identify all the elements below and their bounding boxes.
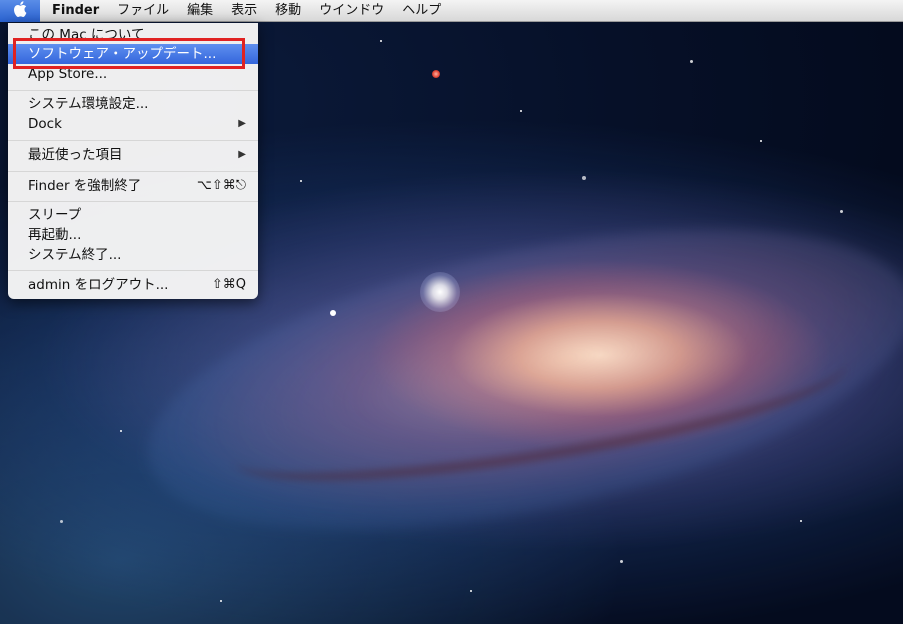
menu-help[interactable]: ヘルプ xyxy=(393,0,450,22)
star xyxy=(840,210,843,213)
star xyxy=(760,140,762,142)
star xyxy=(800,520,802,522)
menu-edit[interactable]: 編集 xyxy=(178,0,222,22)
menu-separator xyxy=(8,90,258,91)
red-star xyxy=(432,70,440,78)
submenu-arrow-icon: ▶ xyxy=(238,118,246,129)
star xyxy=(690,60,693,63)
star xyxy=(582,176,586,180)
menu-item-recent-items[interactable]: 最近使った項目 ▶ xyxy=(8,145,258,165)
menu-item-label: 再起動... xyxy=(28,227,82,243)
star xyxy=(300,180,302,182)
menu-go[interactable]: 移動 xyxy=(266,0,310,22)
keyboard-shortcut: ⇧⌘Q xyxy=(211,277,246,292)
menu-bar: Finder ファイル 編集 表示 移動 ウインドウ ヘルプ xyxy=(0,0,903,22)
menu-separator xyxy=(8,270,258,271)
menu-item-label: システム終了... xyxy=(28,247,122,263)
menu-separator xyxy=(8,201,258,202)
menu-item-dock[interactable]: Dock ▶ xyxy=(8,114,258,134)
menu-item-log-out[interactable]: admin をログアウト... ⇧⌘Q xyxy=(8,275,258,295)
apple-menu-button[interactable] xyxy=(0,0,40,22)
menu-finder[interactable]: Finder xyxy=(40,0,108,22)
highlight-callout-box xyxy=(13,38,245,69)
menu-item-force-quit[interactable]: Finder を強制終了 ⌥⇧⌘⎋ xyxy=(8,176,258,196)
menu-separator xyxy=(8,171,258,172)
star xyxy=(120,430,122,432)
menu-separator xyxy=(8,140,258,141)
menu-window[interactable]: ウインドウ xyxy=(310,0,393,22)
star xyxy=(380,40,382,42)
star xyxy=(470,590,472,592)
submenu-arrow-icon: ▶ xyxy=(238,149,246,160)
star xyxy=(620,560,623,563)
bright-star xyxy=(420,272,460,312)
star xyxy=(330,310,336,316)
menu-item-label: 最近使った項目 xyxy=(28,147,123,163)
star xyxy=(60,520,63,523)
star xyxy=(520,110,522,112)
menu-item-system-preferences[interactable]: システム環境設定... xyxy=(8,94,258,114)
menu-item-label: Dock xyxy=(28,116,62,132)
menu-item-shut-down[interactable]: システム終了... xyxy=(8,245,258,265)
menu-item-label: システム環境設定... xyxy=(28,96,149,112)
menu-file[interactable]: ファイル xyxy=(108,0,178,22)
apple-logo-icon xyxy=(13,0,27,21)
star xyxy=(220,600,222,602)
menu-view[interactable]: 表示 xyxy=(222,0,266,22)
keyboard-shortcut: ⌥⇧⌘⎋ xyxy=(196,178,246,193)
menu-item-sleep[interactable]: スリープ xyxy=(8,205,258,225)
menu-item-label: Finder を強制終了 xyxy=(28,178,142,194)
menu-item-label: admin をログアウト... xyxy=(28,277,169,293)
menu-item-restart[interactable]: 再起動... xyxy=(8,225,258,245)
menu-item-label: スリープ xyxy=(28,207,82,223)
